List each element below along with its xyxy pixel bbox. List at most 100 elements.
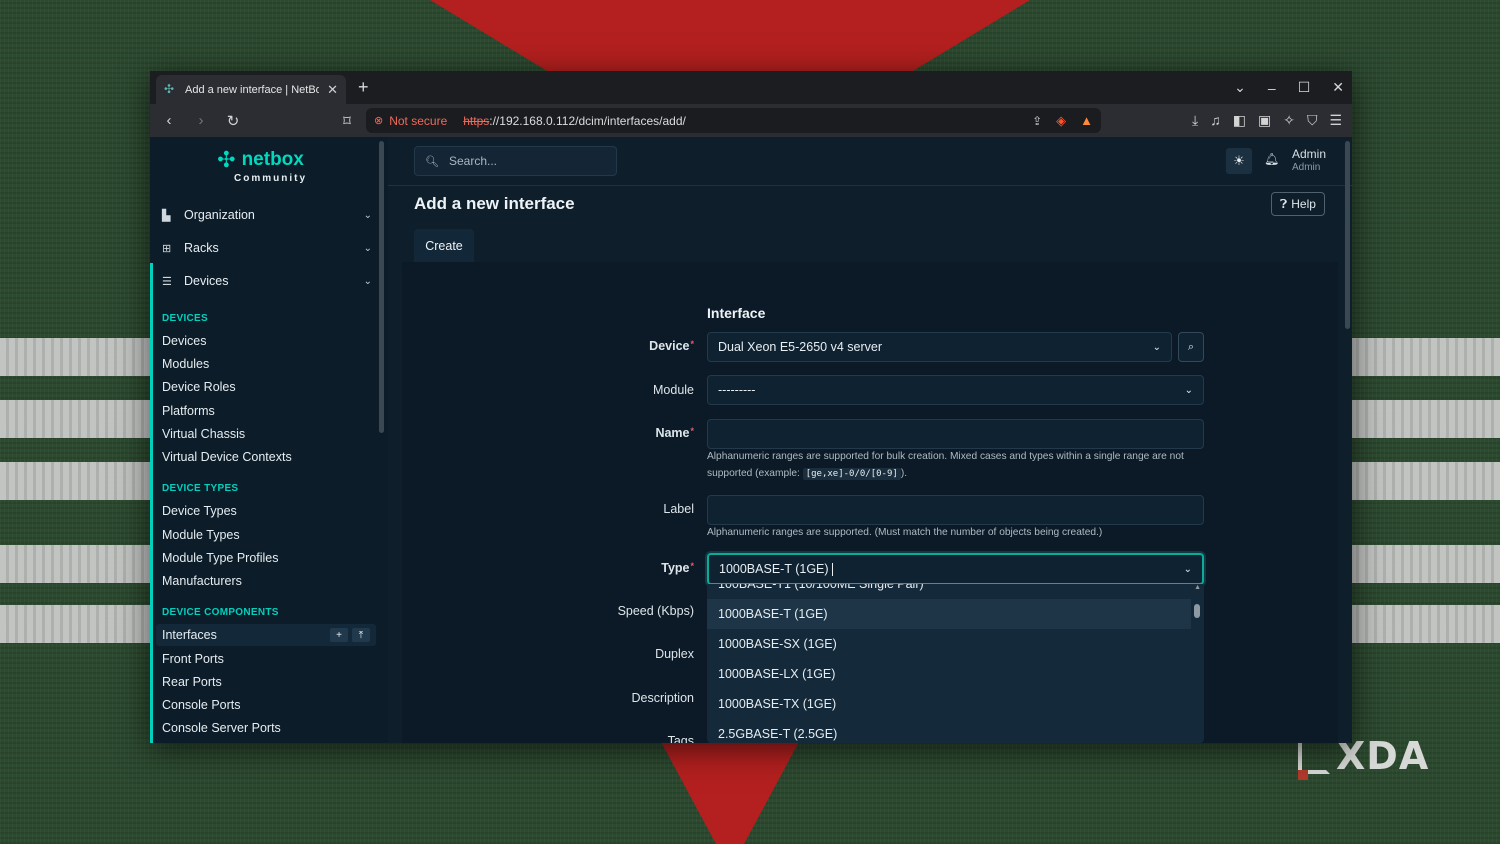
- sidebar-item-label: Interfaces: [162, 628, 217, 642]
- browser-tab[interactable]: ✣ Add a new interface | NetBox ✕: [156, 75, 346, 104]
- user-role: Admin: [1292, 162, 1321, 173]
- sidebar-item-front-ports[interactable]: Front Ports: [162, 652, 224, 666]
- tab-search-icon[interactable]: ⌄: [1234, 79, 1246, 96]
- sidebar-item-virtual-device-contexts[interactable]: Virtual Device Contexts: [162, 450, 292, 464]
- dropdown-scrollbar[interactable]: [1194, 604, 1200, 618]
- media-icon[interactable]: ♫: [1210, 112, 1221, 129]
- import-interface-button[interactable]: ⤒: [352, 628, 370, 642]
- sidebar-item-manufacturers[interactable]: Manufacturers: [162, 574, 242, 588]
- wallet-icon[interactable]: ▣: [1258, 112, 1271, 129]
- device-select[interactable]: Dual Xeon E5-2650 v4 server ⌄: [707, 332, 1172, 362]
- scroll-up-icon[interactable]: ▲: [1194, 584, 1201, 591]
- page-title: Add a new interface: [414, 194, 575, 213]
- tab-create[interactable]: Create: [414, 229, 474, 262]
- device-selector-button[interactable]: ⌕: [1178, 332, 1204, 362]
- nav-label: Racks: [184, 241, 219, 255]
- theme-toggle-button[interactable]: ☀: [1226, 148, 1252, 174]
- background-red-shape: [660, 740, 800, 844]
- sidebar: ✣ netbox Community ▙ Organization ⌄ ⊞ Ra…: [150, 137, 388, 743]
- building-icon: ▙: [162, 209, 171, 222]
- reload-icon[interactable]: ↻: [224, 112, 242, 130]
- back-icon[interactable]: ‹: [160, 112, 178, 129]
- main-content: 🔍︎ Search... ☀ 🔔︎ Admin Admin Add a new …: [388, 137, 1352, 743]
- interface-quick-actions: + ⤒: [330, 628, 370, 642]
- sidebar-item-virtual-chassis[interactable]: Virtual Chassis: [162, 427, 245, 441]
- label-input[interactable]: [707, 495, 1204, 525]
- module-label: Module: [653, 383, 694, 397]
- sidebar-icon[interactable]: ◧: [1233, 112, 1246, 129]
- share-icon[interactable]: ⇪: [1032, 114, 1042, 128]
- new-tab-button[interactable]: +: [358, 77, 369, 98]
- module-select[interactable]: --------- ⌄: [707, 375, 1204, 405]
- address-bar[interactable]: ⊗ Not secure https://192.168.0.112/dcim/…: [366, 108, 1101, 133]
- add-interface-button[interactable]: +: [330, 628, 348, 642]
- bell-icon[interactable]: 🔔︎: [1264, 152, 1279, 166]
- sidebar-item-module-type-profiles[interactable]: Module Type Profiles: [162, 551, 279, 565]
- brand-name: netbox: [241, 149, 304, 170]
- menu-icon[interactable]: ☰: [1329, 112, 1342, 129]
- sidebar-item-device-types[interactable]: Device Types: [162, 504, 237, 518]
- chevron-down-icon: ⌄: [1184, 384, 1193, 396]
- top-bar: 🔍︎ Search... ☀ 🔔︎ Admin Admin: [388, 137, 1352, 186]
- device-value: Dual Xeon E5-2650 v4 server: [718, 340, 882, 354]
- type-option[interactable]: 1000BASE-TX (1GE): [707, 689, 1191, 719]
- form-section-heading: Interface: [707, 305, 766, 321]
- download-icon[interactable]: ⤓: [1192, 112, 1198, 129]
- minimize-button[interactable]: –: [1268, 80, 1276, 96]
- not-secure-label[interactable]: Not secure: [389, 114, 447, 128]
- toolbar-right-icons: ⤓ ♫ ◧ ▣ ✧ ⛉ ☰: [1192, 112, 1342, 129]
- form-panel: Interface Device* Dual Xeon E5-2650 v4 s…: [402, 262, 1338, 743]
- leo-icon[interactable]: ✧: [1283, 112, 1295, 129]
- sidebar-item-rear-ports[interactable]: Rear Ports: [162, 675, 222, 689]
- type-option[interactable]: 1000BASE-SX (1GE): [707, 629, 1191, 659]
- address-bar-actions: ⇪ ◈ ▲: [1032, 113, 1093, 129]
- speed-label: Speed (Kbps): [617, 604, 694, 618]
- nav-label: Devices: [184, 274, 229, 288]
- nav-organization[interactable]: ▙ Organization ⌄: [162, 204, 372, 226]
- sidebar-item-modules[interactable]: Modules: [162, 357, 209, 371]
- sidebar-scrollbar[interactable]: [379, 141, 384, 433]
- sidebar-item-device-roles[interactable]: Device Roles: [162, 380, 236, 394]
- sidebar-item-interfaces[interactable]: Interfaces + ⤒: [156, 624, 376, 646]
- netbox-logo[interactable]: ✣ netbox Community: [214, 147, 307, 184]
- nav-devices[interactable]: ☰ Devices ⌄: [162, 270, 372, 292]
- nav-racks[interactable]: ⊞ Racks ⌄: [162, 237, 372, 259]
- xda-logo-icon: [1298, 738, 1330, 780]
- type-value: 1000BASE-T (1GE): [719, 562, 829, 576]
- chevron-down-icon: ⌄: [1152, 341, 1161, 353]
- type-options-dropdown[interactable]: 100BASE-T1 (10/100ME Single Pair) 1000BA…: [707, 584, 1204, 743]
- help-button[interactable]: ❓︎ Help: [1271, 192, 1325, 216]
- close-window-button[interactable]: ✕: [1332, 79, 1344, 96]
- user-menu[interactable]: Admin Admin: [1292, 148, 1326, 174]
- main-scrollbar[interactable]: [1345, 141, 1350, 329]
- background-red-shape: [430, 0, 1030, 80]
- type-select[interactable]: 1000BASE-T (1GE) ⌄: [707, 553, 1204, 585]
- type-option[interactable]: 100BASE-T1 (10/100ME Single Pair): [707, 584, 1191, 599]
- tab-close-icon[interactable]: ✕: [327, 82, 338, 98]
- forward-icon[interactable]: ›: [192, 112, 210, 129]
- section-heading-device-types: DEVICE TYPES: [162, 483, 239, 494]
- brave-rewards-icon[interactable]: ▲: [1080, 113, 1093, 128]
- search-placeholder: Search...: [448, 154, 497, 168]
- vpn-icon[interactable]: ⛉: [1307, 112, 1318, 129]
- chevron-down-icon: ⌄: [1183, 563, 1192, 575]
- type-option-selected[interactable]: 1000BASE-T (1GE): [707, 599, 1191, 629]
- type-option[interactable]: 2.5GBASE-T (2.5GE): [707, 719, 1191, 743]
- required-marker: *: [690, 426, 694, 436]
- sidebar-item-platforms[interactable]: Platforms: [162, 404, 215, 418]
- type-label: Type*: [661, 561, 694, 575]
- not-secure-icon: ⊗: [374, 115, 384, 127]
- sidebar-item-devices[interactable]: Devices: [162, 334, 206, 348]
- search-list-icon: ⌕: [1187, 340, 1195, 353]
- sidebar-item-module-types[interactable]: Module Types: [162, 528, 240, 542]
- type-option[interactable]: 1000BASE-LX (1GE): [707, 659, 1191, 689]
- sidebar-item-console-server-ports[interactable]: Console Server Ports: [162, 721, 281, 735]
- maximize-button[interactable]: ☐: [1298, 79, 1311, 96]
- browser-toolbar: ‹ › ↻ ⌑ ⊗ Not secure https://192.168.0.1…: [150, 104, 1352, 137]
- bookmark-icon[interactable]: ⌑: [338, 112, 356, 130]
- title-bar: ✣ Add a new interface | NetBox ✕ + ⌄ – ☐…: [150, 71, 1352, 104]
- search-input[interactable]: 🔍︎ Search...: [414, 146, 617, 176]
- name-input[interactable]: [707, 419, 1204, 449]
- sidebar-item-console-ports[interactable]: Console Ports: [162, 698, 241, 712]
- brave-shield-icon[interactable]: ◈: [1056, 113, 1066, 129]
